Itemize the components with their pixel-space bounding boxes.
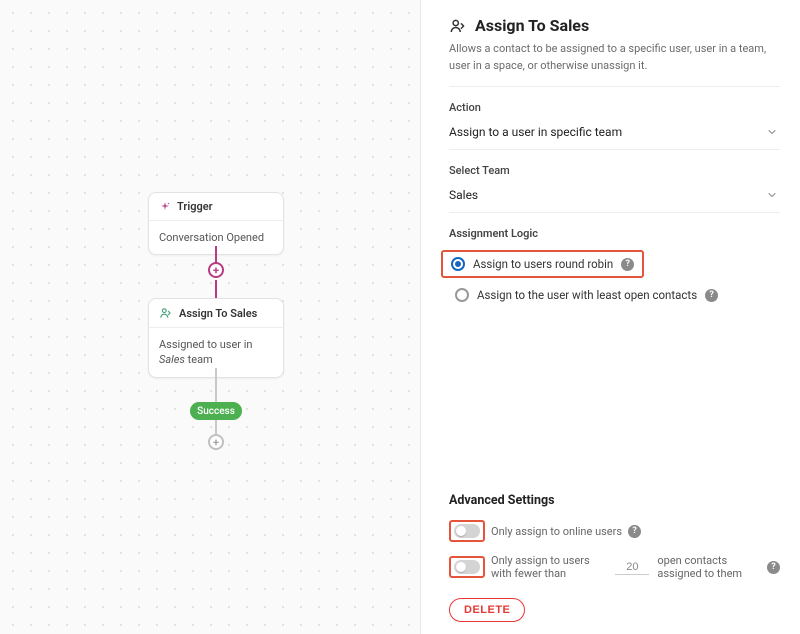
radio-icon [451, 257, 465, 271]
panel-header: Assign To Sales [449, 16, 780, 35]
highlight-box [449, 520, 485, 542]
help-icon[interactable]: ? [628, 525, 641, 538]
team-value: Sales [449, 188, 478, 202]
advanced-settings-title: Advanced Settings [449, 493, 780, 508]
toggle-online-users-label: Only assign to online users [491, 525, 622, 538]
connector-line [215, 280, 217, 298]
help-icon[interactable]: ? [767, 561, 780, 574]
node-trigger-title: Trigger [177, 200, 213, 213]
help-icon[interactable]: ? [705, 289, 718, 302]
toggle-online-users-row: Only assign to online users ? [449, 520, 780, 542]
connector-line [215, 368, 217, 402]
radio-least-open-label: Assign to the user with least open conta… [477, 288, 697, 302]
team-select[interactable]: Sales [449, 181, 780, 213]
radio-round-robin[interactable]: Assign to users round robin ? [449, 255, 636, 273]
highlight-box [449, 556, 485, 578]
node-trigger-header: Trigger [149, 193, 283, 221]
connector-line [215, 420, 217, 434]
workflow-canvas[interactable]: Trigger Conversation Opened + Assign To … [0, 0, 420, 634]
panel-title: Assign To Sales [475, 16, 589, 35]
node-assign-header: Assign To Sales [149, 299, 283, 328]
help-icon[interactable]: ? [621, 258, 634, 271]
toggle-knob [456, 562, 466, 572]
panel-description: Allows a contact to be assigned to a spe… [449, 41, 780, 87]
add-step-button[interactable]: + [208, 262, 224, 278]
action-label: Action [449, 101, 780, 114]
chevron-down-icon [766, 189, 778, 201]
user-assign-icon [159, 306, 173, 320]
delete-button[interactable]: DELETE [449, 598, 525, 622]
plus-icon: + [213, 265, 219, 276]
advanced-settings: Advanced Settings Only assign to online … [449, 493, 780, 622]
properties-panel: Assign To Sales Allows a contact to be a… [420, 0, 800, 634]
radio-icon [455, 288, 469, 302]
chevron-down-icon [766, 126, 778, 138]
success-badge: Success [190, 402, 242, 420]
highlight-box: Assign to users round robin ? [441, 250, 644, 278]
toggle-knob [456, 526, 466, 536]
sparkle-icon [159, 201, 171, 213]
assignment-logic-label: Assignment Logic [449, 227, 780, 240]
node-assign-title: Assign To Sales [179, 307, 257, 320]
toggle-fewer-than-row: Only assign to users with fewer than ope… [449, 554, 780, 580]
toggle-fewer-than-prefix: Only assign to users with fewer than [491, 554, 607, 580]
node-assign[interactable]: Assign To Sales Assigned to user in Sale… [148, 298, 284, 378]
toggle-online-users[interactable] [454, 524, 480, 538]
fewer-than-input[interactable] [615, 560, 649, 575]
user-assign-icon [449, 17, 467, 35]
toggle-fewer-than[interactable] [454, 560, 480, 574]
toggle-fewer-than-suffix: open contacts assigned to them [657, 554, 761, 580]
action-select[interactable]: Assign to a user in specific team [449, 118, 780, 150]
action-value: Assign to a user in specific team [449, 125, 622, 139]
radio-round-robin-label: Assign to users round robin [473, 257, 613, 271]
radio-least-open[interactable]: Assign to the user with least open conta… [449, 284, 780, 306]
plus-icon: + [213, 437, 219, 448]
team-label: Select Team [449, 164, 780, 177]
add-step-button[interactable]: + [208, 434, 224, 450]
